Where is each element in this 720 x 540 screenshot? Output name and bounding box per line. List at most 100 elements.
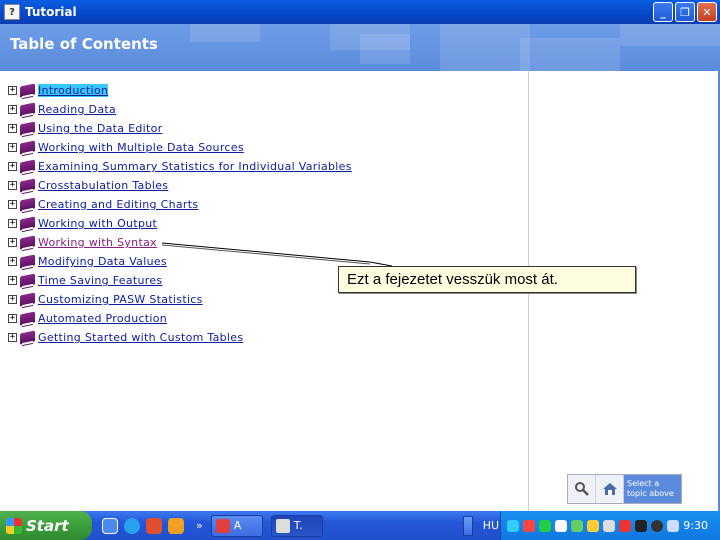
tray-app-icon[interactable] <box>587 519 599 532</box>
clock: 9:30 <box>683 519 708 532</box>
language-bar: HU <box>462 515 499 536</box>
toc-link[interactable]: Working with Multiple Data Sources <box>38 141 244 154</box>
language-indicator[interactable]: HU <box>483 519 499 532</box>
toc-link[interactable]: Introduction <box>38 84 109 97</box>
book-icon <box>20 254 35 269</box>
task-label: A <box>233 519 242 532</box>
window-title-bar[interactable]: ? Tutorial _ ❐ ✕ <box>0 0 720 24</box>
toc-link[interactable]: Using the Data Editor <box>38 122 162 135</box>
task-label: T. <box>293 519 303 532</box>
expand-icon[interactable]: + <box>8 143 17 152</box>
network-icon[interactable] <box>507 519 519 532</box>
toc-item[interactable]: + Using the Data Editor <box>8 119 352 138</box>
toc-item[interactable]: + Creating and Editing Charts <box>8 195 352 214</box>
home-icon[interactable] <box>596 475 624 503</box>
tray-app-icon[interactable] <box>603 519 615 532</box>
toc-list: + Introduction + Reading Data + Using the Dat… <box>8 81 352 347</box>
toc-item[interactable]: + Working with Multiple Data Sources <box>8 138 352 157</box>
toc-item[interactable]: + Customizing PASW Statistics <box>8 290 352 309</box>
toc-link[interactable]: Crosstabulation Tables <box>38 179 168 192</box>
help-app-icon: ? <box>4 4 20 20</box>
toc-link[interactable]: Automated Production <box>38 312 167 325</box>
book-icon <box>20 292 35 307</box>
toc-link[interactable]: Creating and Editing Charts <box>38 198 198 211</box>
page-header: Table of Contents <box>0 24 720 71</box>
book-icon <box>20 140 35 155</box>
expand-icon[interactable]: + <box>8 238 17 247</box>
book-icon <box>20 102 35 117</box>
taskbar: Start » A T. HU 9:30 <box>0 511 720 540</box>
close-button[interactable]: ✕ <box>697 2 717 22</box>
expand-icon[interactable]: + <box>8 162 17 171</box>
magnifier-icon[interactable] <box>568 475 596 503</box>
expand-icon[interactable]: + <box>8 276 17 285</box>
quick-launch <box>102 517 184 534</box>
volume-icon[interactable] <box>667 519 679 532</box>
toc-item[interactable]: + Time Saving Features <box>8 271 352 290</box>
toc-item[interactable]: + Automated Production <box>8 309 352 328</box>
start-button[interactable]: Start <box>0 511 92 540</box>
help-icon <box>275 518 290 533</box>
page-title: Table of Contents <box>10 35 158 53</box>
book-icon <box>20 330 35 345</box>
toc-item[interactable]: + Working with Output <box>8 214 352 233</box>
expand-icon[interactable]: + <box>8 314 17 323</box>
window-title: Tutorial <box>25 5 77 19</box>
toc-item[interactable]: + Crosstabulation Tables <box>8 176 352 195</box>
book-icon <box>20 197 35 212</box>
tray-app-icon[interactable] <box>635 519 647 532</box>
internet-explorer-icon[interactable] <box>124 517 140 534</box>
callout-note: Ezt a fejezetet vesszük most át. <box>338 266 636 293</box>
more-chevron[interactable]: » <box>196 519 203 532</box>
toc-item[interactable]: + Getting Started with Custom Tables <box>8 328 352 347</box>
app-icon <box>215 518 230 533</box>
tray-app-icon[interactable] <box>571 519 583 532</box>
book-icon <box>20 121 35 136</box>
toc-item[interactable]: + Modifying Data Values <box>8 252 352 271</box>
book-icon <box>20 216 35 231</box>
system-tray: 9:30 <box>500 511 720 540</box>
media-player-icon[interactable] <box>146 517 162 534</box>
messenger-icon[interactable] <box>168 517 184 534</box>
toc-link[interactable]: Reading Data <box>38 103 116 116</box>
book-icon <box>20 178 35 193</box>
toc-link[interactable]: Time Saving Features <box>38 274 162 287</box>
start-label: Start <box>26 516 69 535</box>
expand-icon[interactable]: + <box>8 219 17 228</box>
restore-button[interactable]: ❐ <box>675 2 695 22</box>
toc-link[interactable]: Getting Started with Custom Tables <box>38 331 243 344</box>
toc-item[interactable]: + Examining Summary Statistics for Indivi… <box>8 157 352 176</box>
expand-icon[interactable]: + <box>8 181 17 190</box>
toc-item[interactable]: + Reading Data <box>8 100 352 119</box>
taskbar-item-tutorial[interactable]: T. <box>270 514 323 537</box>
expand-icon[interactable]: + <box>8 295 17 304</box>
tray-app-icon[interactable] <box>523 519 535 532</box>
minimize-button[interactable]: _ <box>653 2 673 22</box>
book-icon <box>20 159 35 174</box>
book-icon <box>20 235 35 250</box>
toc-link[interactable]: Working with Output <box>38 217 157 230</box>
expand-icon[interactable]: + <box>8 257 17 266</box>
expand-icon[interactable]: + <box>8 124 17 133</box>
toc-link[interactable]: Working with Syntax <box>38 236 157 249</box>
expand-icon[interactable]: + <box>8 86 17 95</box>
toc-link[interactable]: Modifying Data Values <box>38 255 167 268</box>
toc-link[interactable]: Examining Summary Statistics for Individ… <box>38 160 352 173</box>
taskbar-item-a[interactable]: A <box>210 514 263 537</box>
tray-app-icon[interactable] <box>651 519 663 532</box>
toolbox: Select a topic above <box>567 474 682 504</box>
tray-app-icon[interactable] <box>555 519 567 532</box>
book-icon <box>20 273 35 288</box>
toolbox-hint: Select a topic above <box>624 475 681 503</box>
toc-item[interactable]: + Working with Syntax <box>8 233 352 252</box>
tray-app-icon[interactable] <box>539 519 551 532</box>
toc-item[interactable]: + Introduction <box>8 81 352 100</box>
show-desktop-icon[interactable] <box>102 517 118 534</box>
taskbar-scroll[interactable] <box>462 515 473 536</box>
toc-link[interactable]: Customizing PASW Statistics <box>38 293 203 306</box>
expand-icon[interactable]: + <box>8 105 17 114</box>
expand-icon[interactable]: + <box>8 200 17 209</box>
book-icon <box>20 311 35 326</box>
antivirus-icon[interactable] <box>619 519 631 532</box>
expand-icon[interactable]: + <box>8 333 17 342</box>
